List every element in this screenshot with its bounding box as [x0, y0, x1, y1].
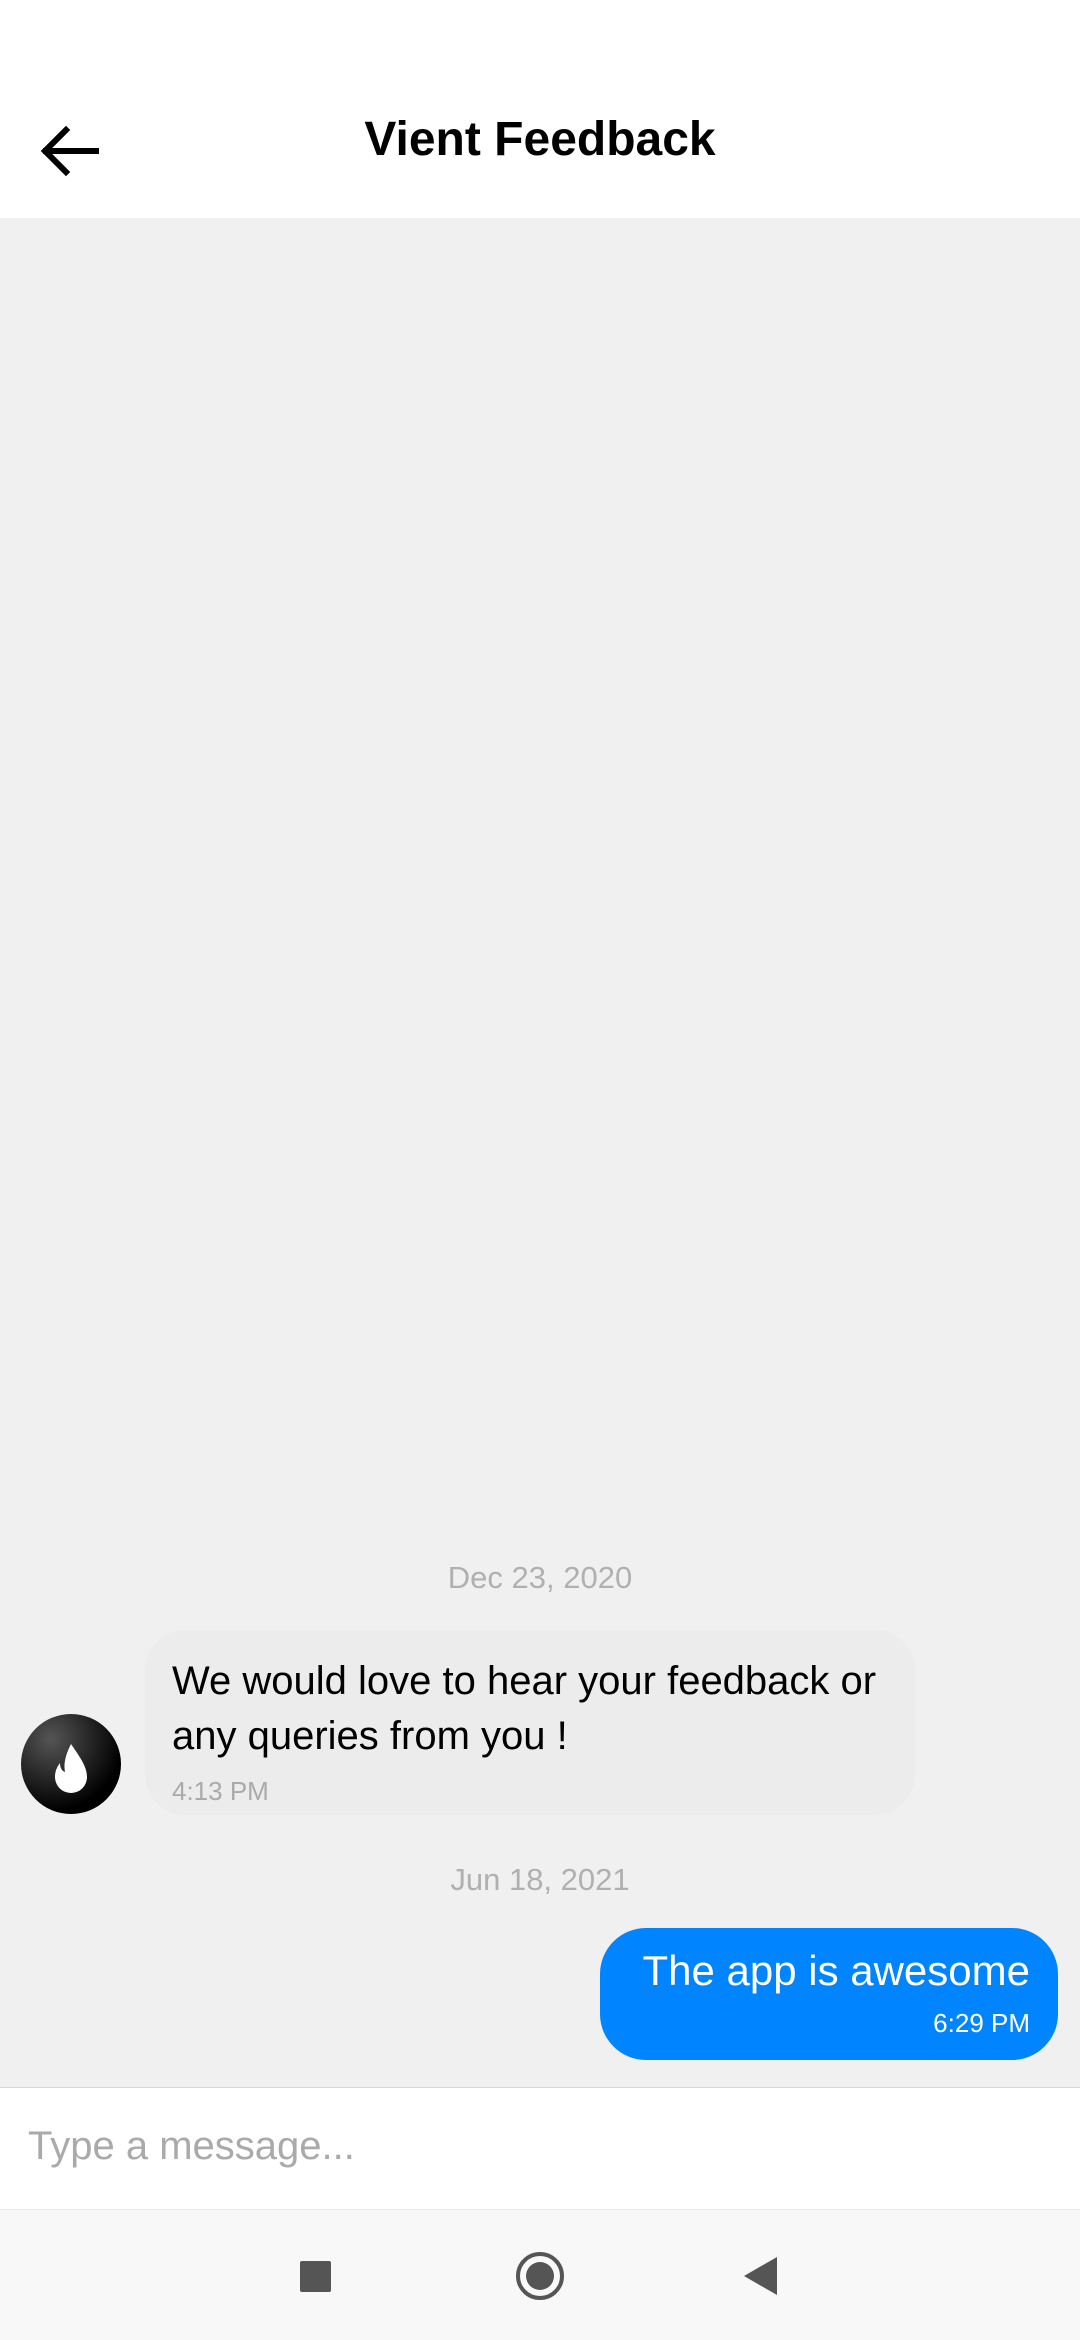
- composer-bar: [0, 2087, 1080, 2210]
- message-input[interactable]: [28, 2124, 1048, 2169]
- incoming-message-bubble: We would love to hear your feedback or a…: [145, 1630, 915, 1815]
- recents-square-icon[interactable]: [300, 2261, 331, 2292]
- page-title: Vient Feedback: [364, 113, 716, 166]
- message-time: 4:13 PM: [172, 1776, 269, 1806]
- message-text: We would love to hear your feedback or a…: [172, 1659, 877, 1758]
- message-text: The app is awesome: [642, 1947, 1030, 1994]
- back-triangle-icon[interactable]: [744, 2257, 777, 2295]
- flame-icon: [55, 1744, 87, 1793]
- date-separator: Dec 23, 2020: [447, 1560, 633, 1595]
- date-separator: Jun 18, 2021: [450, 1862, 630, 1897]
- outgoing-message-bubble: The app is awesome 6:29 PM: [600, 1928, 1058, 2060]
- system-nav-bar: [0, 2210, 1080, 2340]
- message-time: 6:29 PM: [933, 2008, 1030, 2038]
- home-circle-icon[interactable]: [516, 2252, 564, 2300]
- avatar: [21, 1714, 121, 1814]
- app-header: Vient Feedback: [0, 0, 1080, 218]
